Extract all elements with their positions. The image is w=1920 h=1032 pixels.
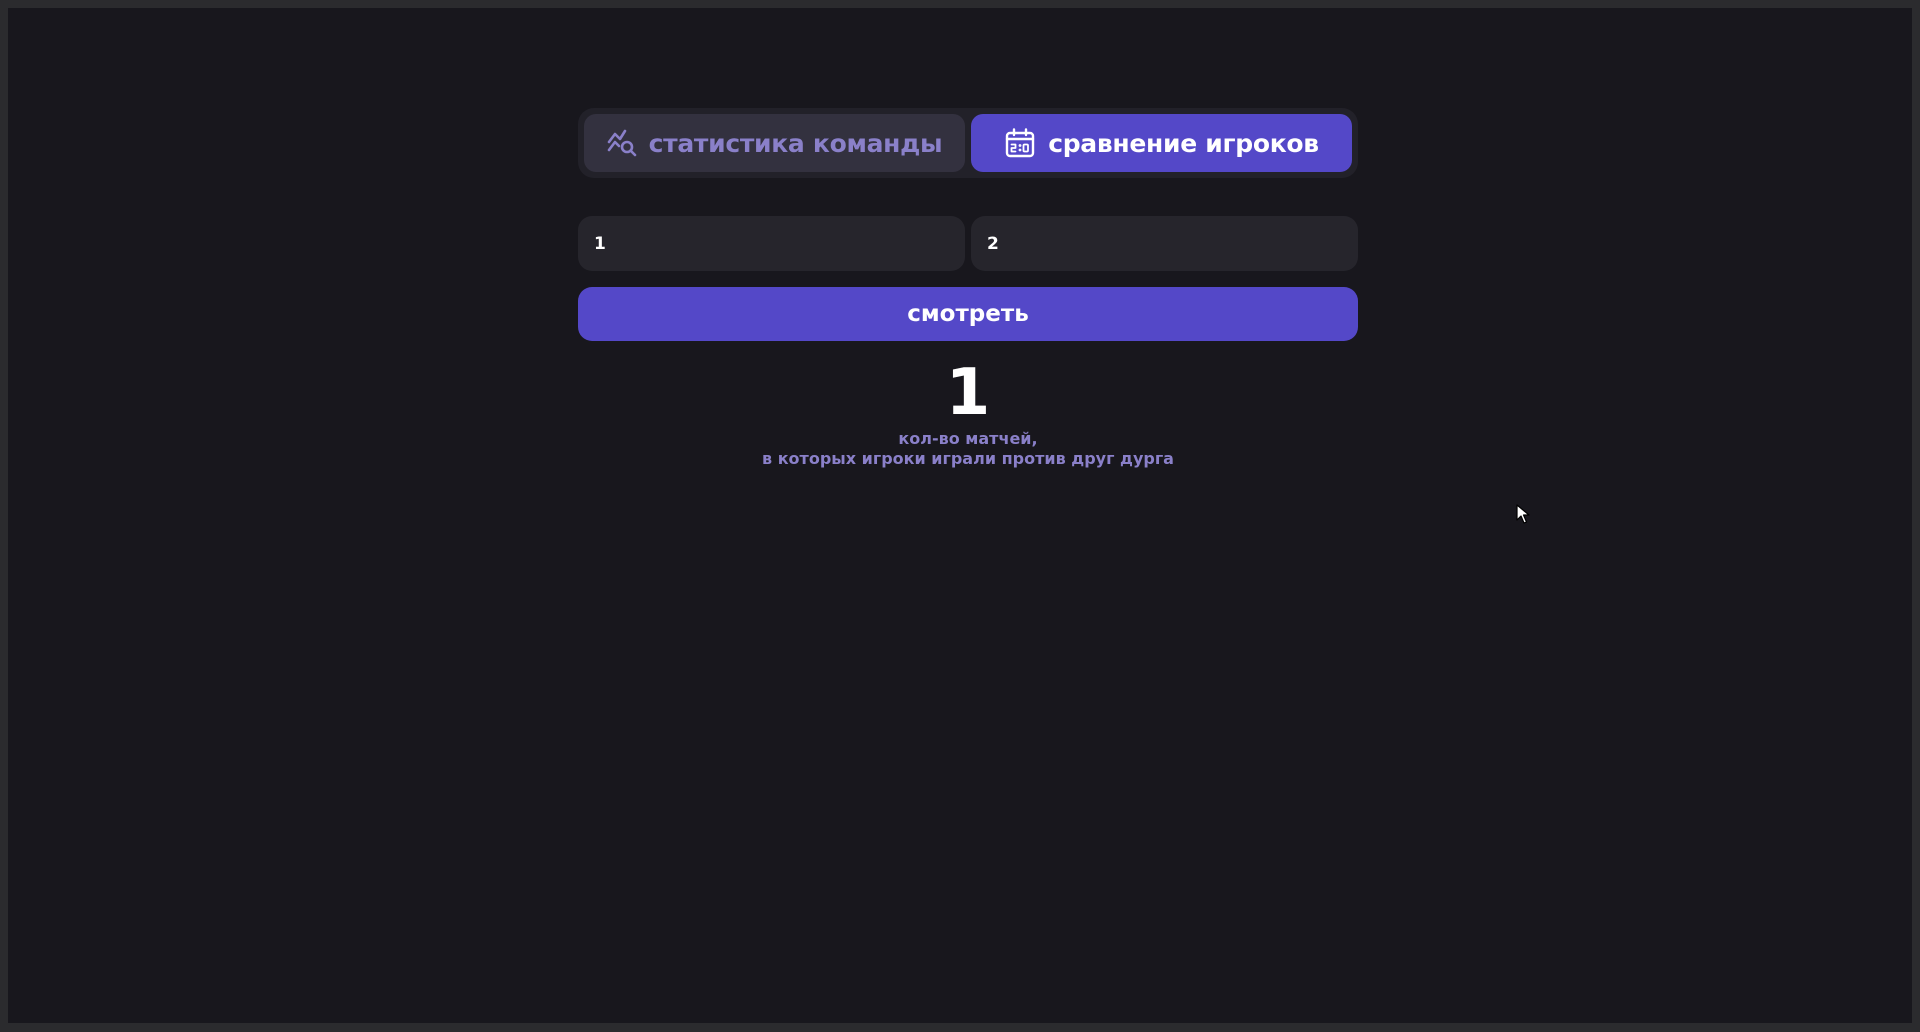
tab-player-compare-label: сравнение игроков (1048, 128, 1319, 158)
tab-team-stats-label: статистика команды (648, 128, 943, 158)
player-inputs (578, 216, 1358, 271)
view-button[interactable]: смотреть (578, 287, 1358, 341)
player1-input[interactable] (578, 216, 965, 271)
player2-input[interactable] (971, 216, 1358, 271)
match-count: 1 (945, 356, 991, 430)
tab-bar: статистика команды сравнение игроков (578, 108, 1358, 178)
match-count-caption: кол-во матчей, в которых игроки играли п… (578, 429, 1358, 469)
caption-line-1: кол-во матчей, (898, 429, 1038, 448)
mouse-cursor-icon (1516, 504, 1530, 528)
scoreboard-calendar-icon (1004, 127, 1036, 159)
main-panel: статистика команды сравнение игроков 1 2… (578, 108, 1358, 469)
tab-player-compare[interactable]: сравнение игроков (971, 114, 1352, 172)
caption-line-2: в которых игроки играли против друг дург… (762, 449, 1174, 468)
tab-team-stats[interactable]: статистика команды (584, 114, 965, 172)
chart-search-icon (607, 128, 637, 158)
result-block: 1 кол-во матчей, в которых игроки играли… (578, 359, 1358, 469)
app-window: статистика команды сравнение игроков 1 2… (8, 8, 1912, 1023)
